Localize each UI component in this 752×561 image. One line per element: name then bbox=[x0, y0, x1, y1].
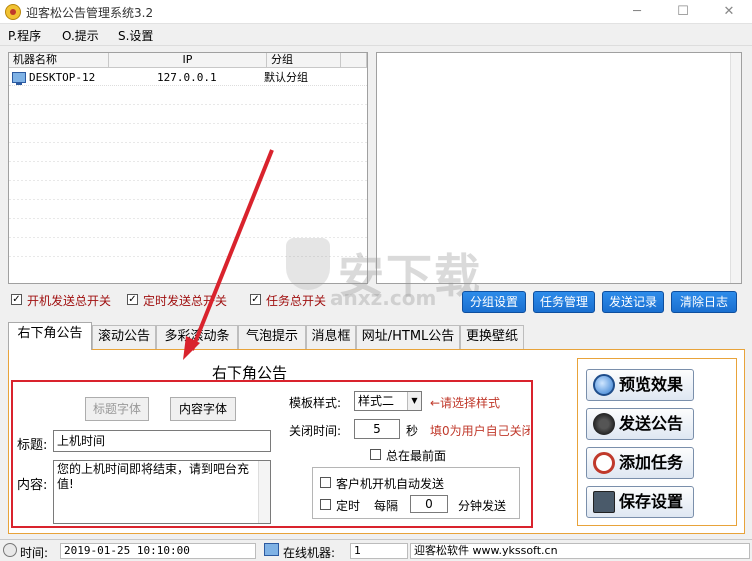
annotation-arrow bbox=[183, 149, 274, 360]
monitor-icon bbox=[264, 543, 279, 556]
time-value: 2019-01-25 10:10:00 bbox=[60, 543, 256, 559]
vendor-info: 迎客松软件 www.ykssoft.cn bbox=[410, 543, 750, 559]
clock-status-icon bbox=[3, 543, 17, 557]
time-label: 时间: bbox=[20, 546, 49, 560]
online-label: 在线机器: bbox=[283, 546, 336, 560]
online-count: 1 bbox=[350, 543, 408, 559]
tab-corner-notice[interactable]: 右下角公告 bbox=[8, 322, 92, 350]
